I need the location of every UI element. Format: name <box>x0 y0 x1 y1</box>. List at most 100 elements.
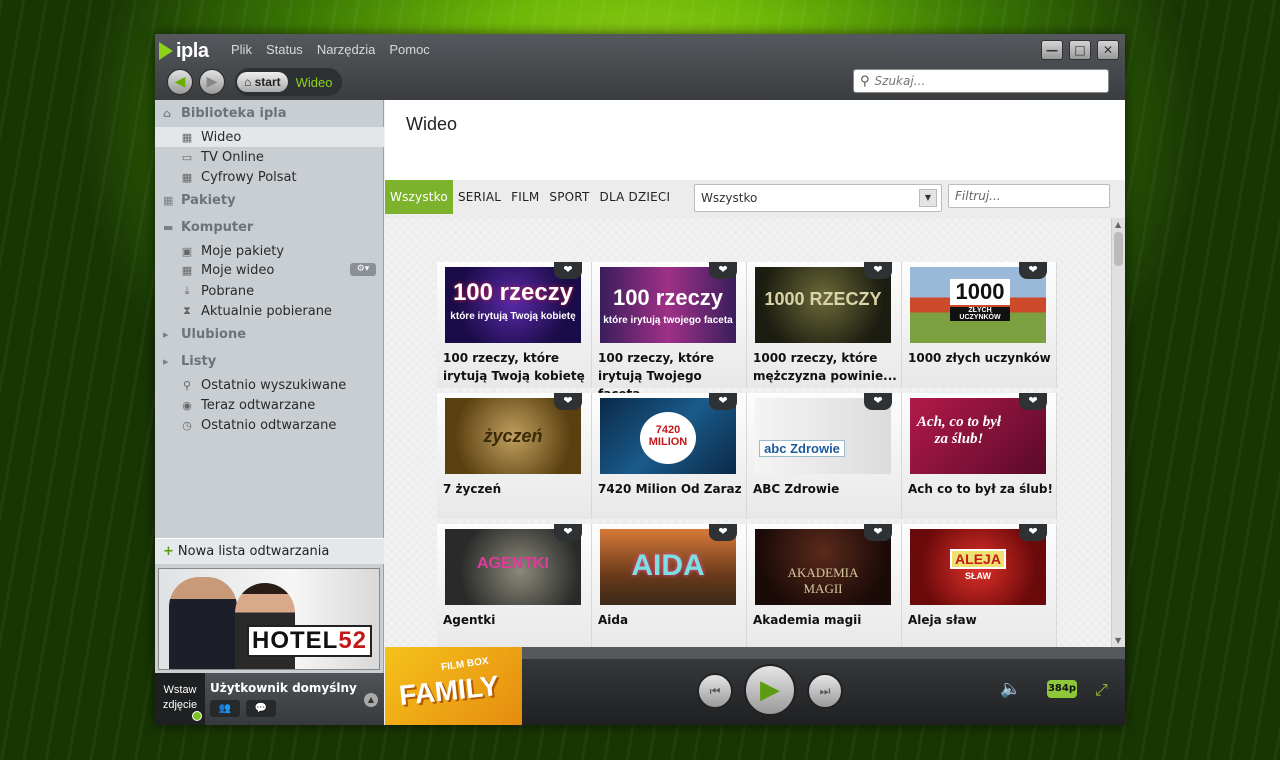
sidebar-item-moje-wideo[interactable]: ▦ Moje wideo ⚙▾ <box>155 260 384 280</box>
new-playlist-button[interactable]: + Nowa lista odtwarzania <box>155 538 384 564</box>
section-listy[interactable]: ▸ Listy <box>163 354 216 369</box>
package-icon: ▦ <box>163 194 174 207</box>
video-title: Ach co to był za ślub! <box>908 482 1053 496</box>
tab-sport[interactable]: SPORT <box>544 180 594 214</box>
sidebar-item-wideo[interactable]: ▦ Wideo <box>155 127 384 147</box>
favorite-heart-icon[interactable]: ❤ <box>554 524 582 541</box>
sidebar-item-pobrane[interactable]: ⤓ Pobrane <box>155 281 384 301</box>
close-button[interactable]: ✕ <box>1097 40 1119 60</box>
friends-button[interactable]: 👥 <box>210 700 240 717</box>
video-title: 7420 Milion Od Zaraz <box>598 482 742 496</box>
home-icon: ⌂ <box>244 75 255 89</box>
chat-button[interactable]: 💬 <box>246 700 276 717</box>
bag-icon: ▣ <box>181 244 193 258</box>
search-input[interactable]: ⚲ Szukaj... <box>853 69 1109 93</box>
menu-status[interactable]: Status <box>266 42 303 57</box>
tv-icon: ▭ <box>181 150 193 164</box>
breadcrumb: ⌂ start Wideo <box>235 68 343 96</box>
quality-badge[interactable]: 384p <box>1047 680 1077 698</box>
expand-icon[interactable]: ▲ <box>364 693 378 707</box>
favorite-heart-icon[interactable]: ❤ <box>864 524 892 541</box>
menu-pomoc[interactable]: Pomoc <box>389 42 429 57</box>
maximize-button[interactable]: □ <box>1069 40 1091 60</box>
sidebar-item-tv-online[interactable]: ▭ TV Online <box>155 147 384 167</box>
tab-dla-dzieci[interactable]: DLA DZIECI <box>595 180 676 214</box>
video-card[interactable]: 7420 MILION ❤ 7420 Milion Od Zaraz <box>592 393 747 519</box>
next-button[interactable]: ⏭ <box>807 673 843 709</box>
section-komputer[interactable]: ▬ Komputer <box>163 220 253 235</box>
video-card[interactable]: 1000 ZŁYCH UCZYNKÓW ❤ 1000 złych uczynkó… <box>902 262 1057 388</box>
video-title: Agentki <box>443 613 496 627</box>
video-title: Aida <box>598 613 629 627</box>
sidebar-item-ostatnio-odtwarzane[interactable]: ◷ Ostatnio odtwarzane <box>155 415 384 435</box>
filter-input[interactable]: Filtruj... <box>948 184 1110 208</box>
video-card[interactable]: 100 rzeczy które irytują twojego faceta … <box>592 262 747 401</box>
sidebar-item-moje-pakiety[interactable]: ▣ Moje pakiety <box>155 241 384 261</box>
scrollbar[interactable]: ▲ ▼ <box>1111 218 1125 647</box>
favorite-heart-icon[interactable]: ❤ <box>864 262 892 279</box>
section-ulubione[interactable]: ▸ Ulubione <box>163 327 246 342</box>
previous-button[interactable]: ⏮ <box>697 673 733 709</box>
video-card[interactable]: AGENTKI ❤ Agentki <box>437 524 592 647</box>
chat-icon: 💬 <box>254 703 268 714</box>
fullscreen-icon[interactable]: ⤢ <box>1095 680 1108 700</box>
video-title: ABC Zdrowie <box>753 482 840 496</box>
video-title: 7 życzeń <box>443 482 502 496</box>
start-button[interactable]: ⌂ start <box>237 72 288 92</box>
tab-serial[interactable]: SERIAL <box>453 180 506 214</box>
favorite-heart-icon[interactable]: ❤ <box>1019 524 1047 541</box>
favorite-heart-icon[interactable]: ❤ <box>1019 393 1047 410</box>
favorite-heart-icon[interactable]: ❤ <box>554 262 582 279</box>
seek-bar[interactable] <box>522 647 1125 659</box>
skip-forward-icon: ⏭ <box>819 683 831 698</box>
volume-icon[interactable]: 🔈 <box>1000 679 1021 699</box>
sidebar-item-teraz-odtwarzane[interactable]: ◉ Teraz odtwarzane <box>155 395 384 415</box>
menu-plik[interactable]: Plik <box>231 42 252 57</box>
section-pakiety[interactable]: ▦ Pakiety <box>163 193 236 208</box>
favorite-heart-icon[interactable]: ❤ <box>1019 262 1047 279</box>
menu-narzedzia[interactable]: Narzędzia <box>317 42 376 57</box>
video-card[interactable]: AIDA ❤ Aida <box>592 524 747 647</box>
gear-icon[interactable]: ⚙▾ <box>350 263 376 276</box>
filmbox-family-banner[interactable]: FILM BOX FAMILY <box>385 647 522 725</box>
video-title: 1000 rzeczy, które mężczyzna powinie... <box>753 351 897 383</box>
home-icon: ⌂ <box>163 107 171 120</box>
ad-logo: HOTEL52 <box>247 625 373 657</box>
forward-button[interactable]: ▶ <box>199 69 225 95</box>
video-title: Akademia magii <box>753 613 862 627</box>
video-card[interactable]: 100 rzeczy które irytują Twoją kobietę ❤… <box>437 262 592 388</box>
back-button[interactable]: ◀ <box>167 69 193 95</box>
video-title: 100 rzeczy, które irytują Twoją kobietę <box>443 351 585 383</box>
sidebar-item-aktualnie-pobierane[interactable]: ⧗ Aktualnie pobierane <box>155 301 384 321</box>
video-card[interactable]: abc Zdrowie ❤ ABC Zdrowie <box>747 393 902 519</box>
scroll-thumb[interactable] <box>1114 232 1123 266</box>
video-card[interactable]: AKADEMIA MAGII ❤ Akademia magii <box>747 524 902 647</box>
scroll-down-icon[interactable]: ▼ <box>1115 636 1121 645</box>
hotel52-ad[interactable]: HOTEL52 <box>158 568 380 670</box>
ipla-logo: ipla <box>159 39 209 63</box>
category-dropdown[interactable]: Wszystko ▼ <box>694 184 942 212</box>
play-button[interactable]: ▶ <box>744 664 796 716</box>
minimize-button[interactable]: — <box>1041 40 1063 60</box>
clock-icon: ◷ <box>182 418 192 432</box>
section-biblioteka[interactable]: ⌂ Biblioteka ipla <box>163 106 286 121</box>
video-card[interactable]: Ach, co to był za ślub! ❤ Ach co to był … <box>902 393 1057 519</box>
video-card[interactable]: ALEJA SŁAW ❤ Aleja sław <box>902 524 1057 647</box>
favorite-heart-icon[interactable]: ❤ <box>864 393 892 410</box>
search-icon: ⚲ <box>860 73 870 89</box>
video-card[interactable]: życzeń ❤ 7 życzeń <box>437 393 592 519</box>
main-panel: Wideo Wszystko SERIAL FILM SPORT DLA DZI… <box>385 100 1125 647</box>
avatar[interactable]: Wstaw zdjęcie <box>155 673 205 725</box>
favorite-heart-icon[interactable]: ❤ <box>709 262 737 279</box>
scroll-up-icon[interactable]: ▲ <box>1115 220 1121 229</box>
tab-film[interactable]: FILM <box>506 180 544 214</box>
favorite-heart-icon[interactable]: ❤ <box>554 393 582 410</box>
favorite-heart-icon[interactable]: ❤ <box>709 524 737 541</box>
download-icon: ⤓ <box>184 284 190 297</box>
breadcrumb-current[interactable]: Wideo <box>296 75 333 90</box>
favorite-heart-icon[interactable]: ❤ <box>709 393 737 410</box>
sidebar-item-ostatnio-wyszukiwane[interactable]: ⚲ Ostatnio wyszukiwane <box>155 375 384 395</box>
sidebar-item-cyfrowy-polsat[interactable]: ▦ Cyfrowy Polsat <box>155 167 384 187</box>
video-card[interactable]: 1000 RZECZY ❤ 1000 rzeczy, które mężczyz… <box>747 262 902 388</box>
tab-wszystko[interactable]: Wszystko <box>385 180 453 214</box>
